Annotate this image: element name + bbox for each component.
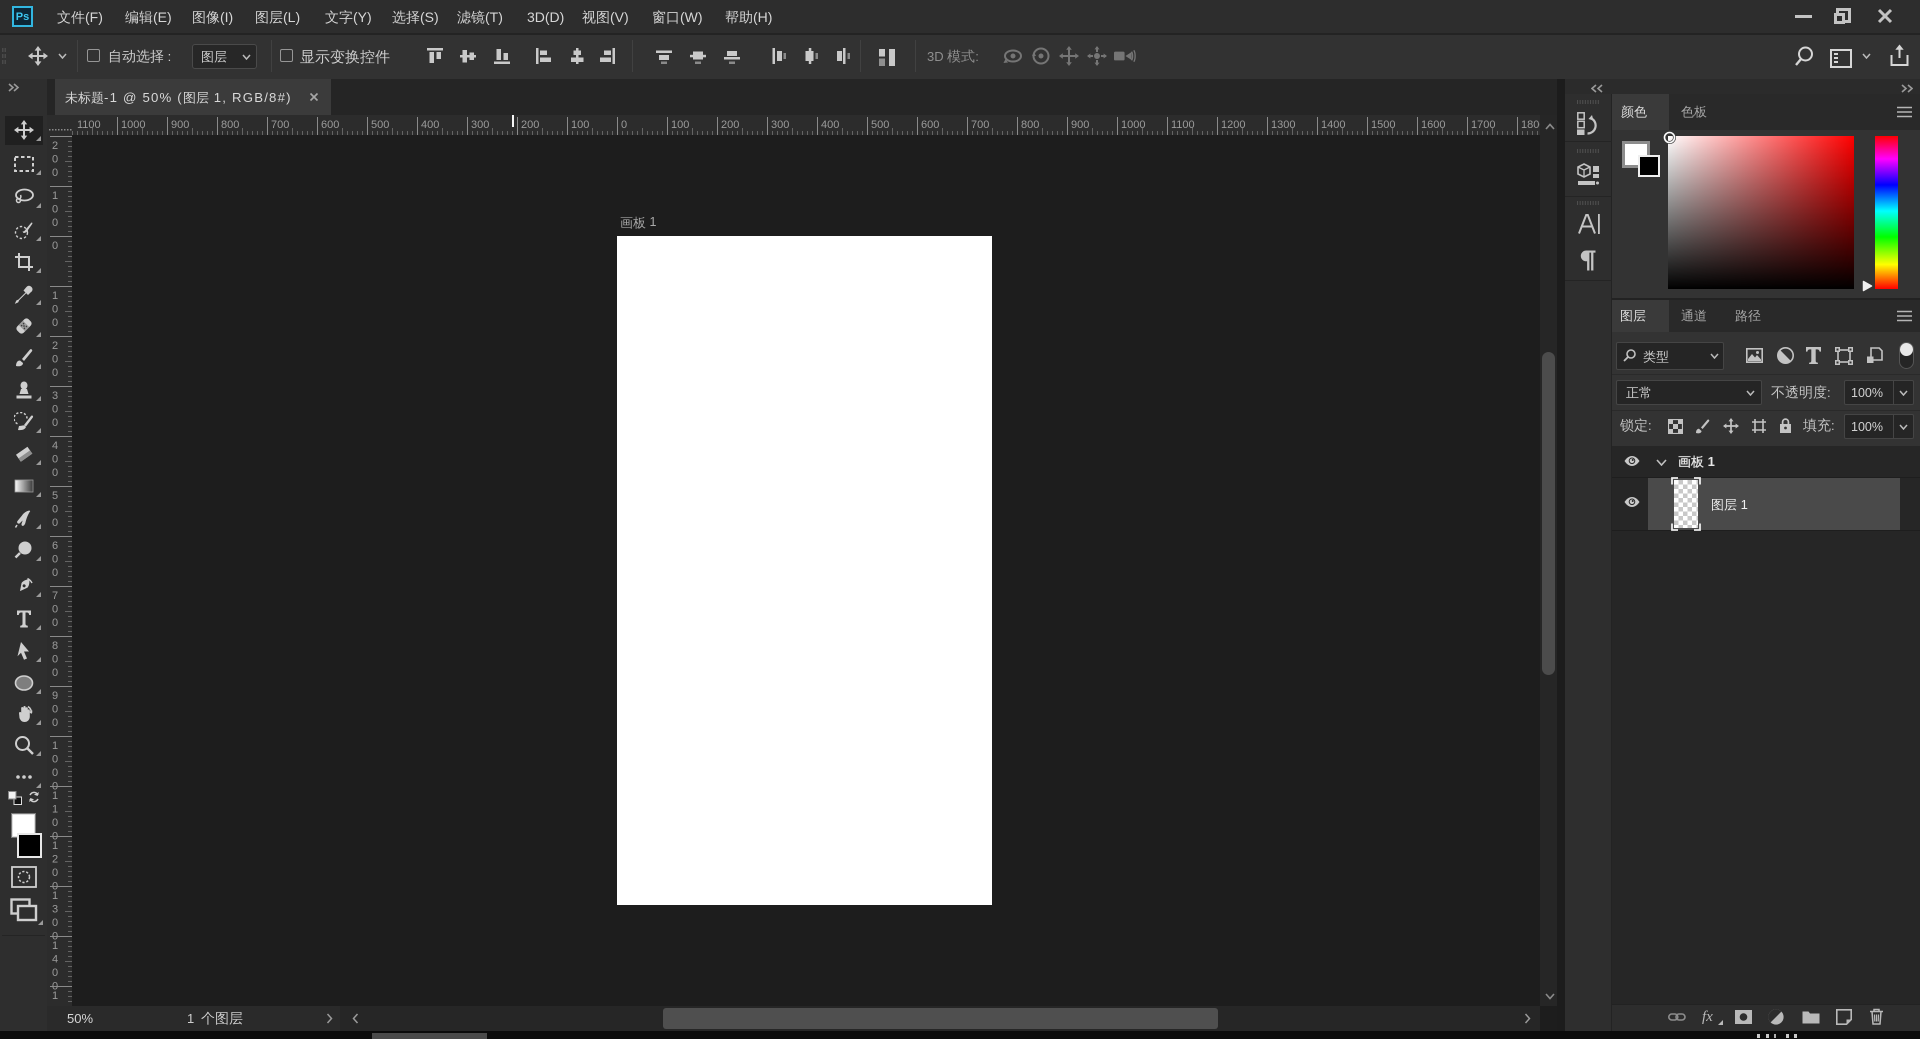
svg-text:1: 1 [52,740,58,752]
svg-text:1300: 1300 [1271,119,1295,131]
svg-text:1700: 1700 [1471,119,1495,131]
svg-text:1400: 1400 [1321,119,1345,131]
svg-text:1600: 1600 [1421,119,1445,131]
svg-text:100: 100 [571,119,589,131]
svg-text:1500: 1500 [1371,119,1395,131]
svg-text:0: 0 [52,367,58,379]
svg-text:0: 0 [52,817,58,829]
svg-text:200: 200 [521,119,539,131]
svg-text:800: 800 [221,119,239,131]
svg-text:1200: 1200 [1221,119,1245,131]
svg-text:400: 400 [821,119,839,131]
svg-text:0: 0 [52,617,58,629]
svg-text:200: 200 [721,119,739,131]
svg-text:0: 0 [52,517,58,529]
svg-text:1: 1 [52,890,58,902]
svg-text:3: 3 [52,904,58,916]
svg-text:0: 0 [52,217,58,229]
svg-text:0: 0 [52,867,58,879]
svg-text:5: 5 [52,490,58,502]
svg-text:0: 0 [52,717,58,729]
svg-text:9: 9 [52,690,58,702]
svg-text:1: 1 [52,290,58,302]
svg-text:0: 0 [52,317,58,329]
svg-text:1000: 1000 [121,119,145,131]
svg-text:1: 1 [52,790,58,802]
svg-text:0: 0 [52,304,58,316]
svg-text:0: 0 [52,467,58,479]
svg-text:0: 0 [621,119,627,131]
svg-text:0: 0 [52,554,58,566]
svg-text:100: 100 [671,119,689,131]
svg-text:600: 600 [321,119,339,131]
svg-text:0: 0 [52,154,58,166]
svg-text:1: 1 [52,804,58,816]
svg-text:6: 6 [52,540,58,552]
svg-text:1: 1 [52,940,58,952]
svg-text:3: 3 [52,390,58,402]
svg-text:0: 0 [52,967,58,979]
svg-text:0: 0 [52,204,58,216]
svg-text:0: 0 [52,917,58,929]
svg-text:8: 8 [52,640,58,652]
svg-text:300: 300 [771,119,789,131]
svg-text:0: 0 [52,754,58,766]
svg-text:2: 2 [52,340,58,352]
svg-text:0: 0 [52,567,58,579]
svg-text:700: 700 [971,119,989,131]
svg-text:700: 700 [271,119,289,131]
svg-text:0: 0 [52,167,58,179]
svg-text:4: 4 [52,954,58,966]
svg-text:800: 800 [1021,119,1039,131]
svg-text:0: 0 [52,767,58,779]
svg-text:4: 4 [52,440,58,452]
svg-text:1: 1 [52,990,58,1002]
svg-text:600: 600 [921,119,939,131]
svg-text:1800: 1800 [1521,119,1540,131]
svg-text:300: 300 [471,119,489,131]
svg-text:1: 1 [52,840,58,852]
svg-text:0: 0 [52,654,58,666]
svg-text:2: 2 [52,854,58,866]
svg-text:1100: 1100 [77,119,101,131]
svg-text:0: 0 [52,417,58,429]
svg-text:900: 900 [171,119,189,131]
svg-text:0: 0 [52,604,58,616]
svg-text:0: 0 [52,354,58,366]
svg-text:500: 500 [871,119,889,131]
svg-text:900: 900 [1071,119,1089,131]
svg-text:500: 500 [371,119,389,131]
svg-text:0: 0 [52,504,58,516]
svg-text:7: 7 [52,590,58,602]
svg-text:0: 0 [52,704,58,716]
svg-text:400: 400 [421,119,439,131]
svg-text:1: 1 [52,190,58,202]
svg-text:0: 0 [52,404,58,416]
svg-text:1000: 1000 [1121,119,1145,131]
svg-text:1100: 1100 [1171,119,1195,131]
svg-text:0: 0 [52,667,58,679]
svg-text:0: 0 [52,240,58,252]
svg-text:2: 2 [52,140,58,152]
svg-text:0: 0 [52,454,58,466]
